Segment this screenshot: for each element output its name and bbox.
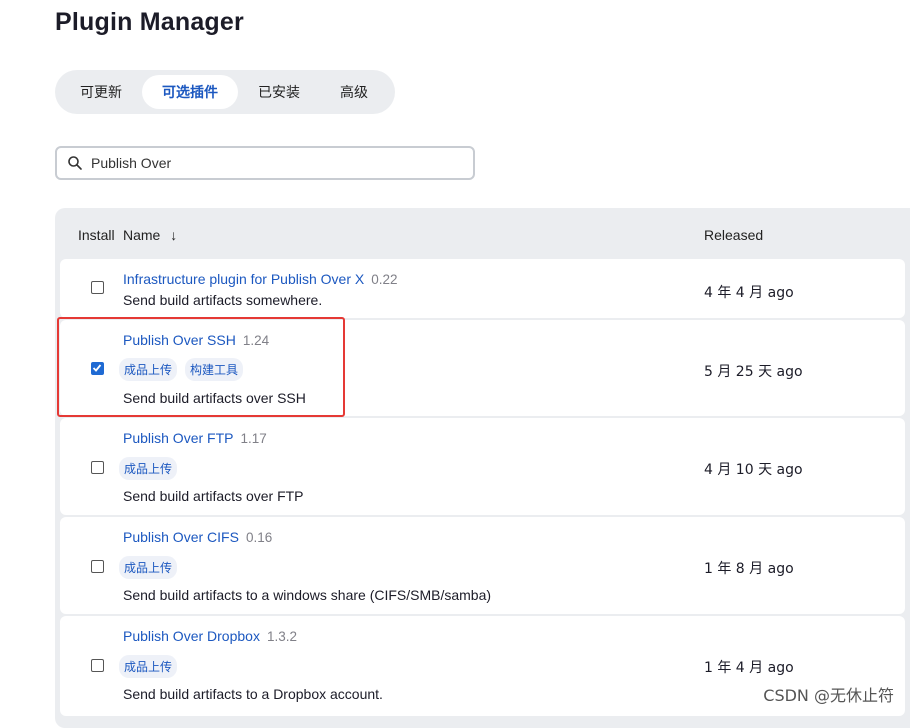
plugin-name[interactable]: Publish Over FTP bbox=[123, 430, 233, 446]
header-name-label: Name bbox=[123, 227, 161, 243]
table-header: Install Name ↓ Released bbox=[55, 208, 910, 260]
plugin-tags: 成品上传 构建工具 bbox=[119, 358, 244, 381]
plugin-excerpt: Send build artifacts somewhere. bbox=[123, 292, 323, 308]
install-checkbox[interactable] bbox=[91, 659, 104, 672]
tab-updates[interactable]: 可更新 bbox=[60, 75, 142, 109]
tab-available[interactable]: 可选插件 bbox=[142, 75, 238, 109]
tag[interactable]: 成品上传 bbox=[119, 556, 178, 579]
watermark: CSDN @无休止符 bbox=[763, 686, 894, 705]
plugin-tags: 成品上传 bbox=[119, 556, 178, 579]
install-checkbox[interactable] bbox=[91, 281, 104, 294]
checkmark-icon bbox=[92, 364, 102, 372]
header-install[interactable]: Install bbox=[78, 227, 115, 243]
released-date: 4 月 10 天 ago bbox=[704, 462, 803, 478]
plugin-link[interactable]: Publish Over FTP 1.17 bbox=[123, 430, 267, 446]
install-checkbox[interactable] bbox=[91, 560, 104, 573]
install-checkbox[interactable] bbox=[91, 461, 104, 474]
table-row: Publish Over FTP 1.17 成品上传 Send build art… bbox=[60, 418, 905, 515]
released-date: 1 年 8 月 ago bbox=[704, 561, 794, 577]
header-released[interactable]: Released bbox=[704, 227, 763, 243]
install-checkbox[interactable] bbox=[91, 362, 104, 375]
tab-advanced[interactable]: 高级 bbox=[320, 75, 388, 109]
plugin-version: 1.17 bbox=[240, 431, 267, 446]
table-row: Publish Over CIFS 0.16 成品上传 Send build ar… bbox=[60, 517, 905, 614]
plugin-table: Install Name ↓ Released Infrastructure p… bbox=[55, 208, 910, 728]
tag[interactable]: 构建工具 bbox=[185, 358, 244, 381]
plugin-excerpt: Send build artifacts to a Dropbox accoun… bbox=[123, 686, 383, 702]
plugin-version: 0.22 bbox=[371, 272, 398, 287]
plugin-name[interactable]: Infrastructure plugin for Publish Over X bbox=[123, 271, 364, 287]
plugin-name[interactable]: Publish Over Dropbox bbox=[123, 628, 260, 644]
plugin-version: 0.16 bbox=[245, 530, 273, 545]
plugin-name[interactable]: Publish Over SSH bbox=[123, 332, 236, 348]
plugin-tags: 成品上传 bbox=[119, 655, 178, 678]
search-input[interactable] bbox=[89, 154, 449, 172]
tag[interactable]: 成品上传 bbox=[119, 358, 178, 381]
plugin-link[interactable]: Publish Over Dropbox 1.3.2 bbox=[123, 628, 297, 644]
released-date: 1 年 4 月 ago bbox=[704, 660, 794, 676]
plugin-version: 1.24 bbox=[242, 333, 270, 348]
plugin-link[interactable]: Publish Over SSH 1.24 bbox=[123, 332, 269, 348]
plugin-link[interactable]: Publish Over CIFS 0.16 bbox=[123, 529, 272, 545]
plugin-link[interactable]: Infrastructure plugin for Publish Over X… bbox=[123, 271, 398, 287]
released-date: 5 月 25 天 ago bbox=[704, 364, 803, 380]
plugin-excerpt: Send build artifacts over FTP bbox=[123, 488, 304, 504]
plugin-tags: 成品上传 bbox=[119, 457, 178, 480]
tag[interactable]: 成品上传 bbox=[119, 655, 178, 678]
search-icon bbox=[68, 156, 82, 170]
page-title: Plugin Manager bbox=[55, 8, 244, 36]
plugin-name[interactable]: Publish Over CIFS bbox=[123, 529, 239, 545]
released-date: 4 年 4 月 ago bbox=[704, 285, 794, 301]
plugin-excerpt: Send build artifacts to a windows share … bbox=[123, 587, 492, 603]
header-name[interactable]: Name ↓ bbox=[123, 227, 177, 243]
sort-down-icon: ↓ bbox=[170, 227, 178, 243]
tag[interactable]: 成品上传 bbox=[119, 457, 178, 480]
tab-installed[interactable]: 已安装 bbox=[238, 75, 320, 109]
table-row: Infrastructure plugin for Publish Over X… bbox=[60, 259, 905, 318]
plugin-excerpt: Send build artifacts over SSH bbox=[123, 390, 306, 406]
table-row: Publish Over SSH 1.24 成品上传 构建工具 Send buil… bbox=[60, 320, 905, 416]
search-box[interactable] bbox=[55, 146, 475, 180]
plugin-tabs: 可更新 可选插件 已安装 高级 bbox=[55, 70, 395, 114]
plugin-version: 1.3.2 bbox=[266, 629, 297, 644]
